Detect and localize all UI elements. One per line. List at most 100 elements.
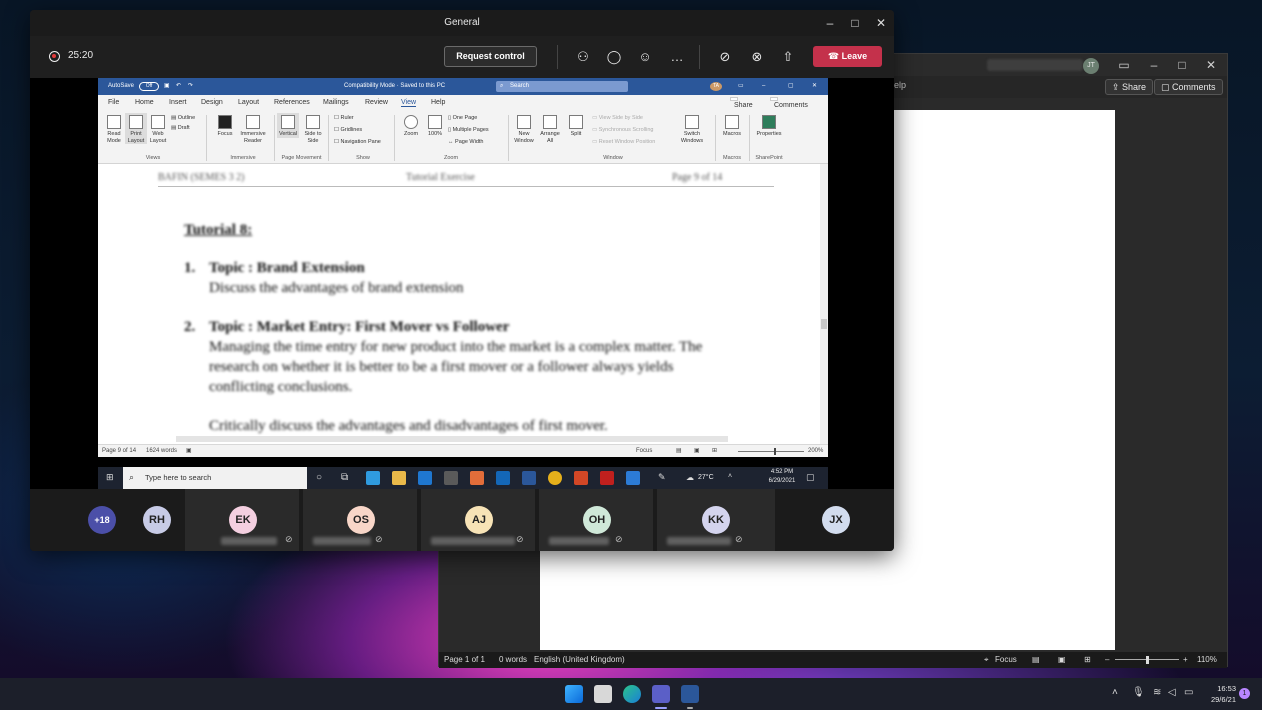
side-to-side-button[interactable]: Side to Side bbox=[301, 115, 325, 144]
comments-button[interactable]: Comments bbox=[770, 97, 808, 109]
edge-icon[interactable] bbox=[366, 471, 380, 485]
weather-temp[interactable]: 27°C bbox=[698, 474, 714, 481]
share-button[interactable]: Share bbox=[730, 97, 753, 109]
maximize-button[interactable]: □ bbox=[1173, 57, 1191, 73]
proofing-icon[interactable]: ▣ bbox=[186, 445, 192, 457]
cortana-icon[interactable]: ○ bbox=[316, 472, 322, 483]
tray-chevron-icon[interactable]: ˄ bbox=[728, 473, 732, 480]
zoom-in-icon[interactable]: + bbox=[1183, 652, 1188, 668]
word-count[interactable]: 1624 words bbox=[146, 445, 177, 457]
store-icon[interactable] bbox=[444, 471, 458, 485]
chrome-icon[interactable] bbox=[548, 471, 562, 485]
one-page-button[interactable]: ▯ One Page bbox=[448, 115, 477, 122]
synchronous-scrolling-button[interactable]: ▭ Synchronous Scrolling bbox=[592, 127, 653, 134]
user-avatar[interactable]: TA bbox=[710, 82, 722, 91]
horizontal-scrollbar[interactable] bbox=[176, 436, 728, 442]
tab-view[interactable]: View bbox=[401, 99, 417, 107]
request-control-button[interactable]: Request control bbox=[444, 46, 537, 67]
ribbon-display-icon[interactable]: ▭ bbox=[1115, 57, 1133, 73]
task-view-icon[interactable] bbox=[594, 685, 612, 703]
start-icon[interactable] bbox=[565, 685, 583, 703]
participant-tile[interactable]: KK ⊘ bbox=[657, 489, 775, 551]
mic-off-icon[interactable]: ⊗ bbox=[748, 48, 766, 66]
view-side-by-side-button[interactable]: ▭ View Side by Side bbox=[592, 115, 643, 122]
arrange-all-button[interactable]: Arrange All bbox=[538, 115, 562, 144]
ribbon-display-icon[interactable]: ▭ bbox=[738, 78, 744, 95]
save-icon[interactable]: ▣ bbox=[164, 78, 170, 95]
volume-icon[interactable]: ◁ bbox=[1168, 687, 1176, 698]
scrollbar-thumb[interactable] bbox=[821, 319, 827, 329]
task-view-icon[interactable]: ⧉ bbox=[341, 472, 348, 483]
focus-icon[interactable]: ⌖ bbox=[984, 652, 989, 668]
word-count[interactable]: 0 words bbox=[499, 652, 527, 668]
split-button[interactable]: Split bbox=[564, 115, 588, 138]
close-button[interactable]: ✕ bbox=[873, 15, 889, 31]
maximize-button[interactable]: □ bbox=[847, 15, 863, 31]
outline-button[interactable]: ▤ Outline bbox=[171, 115, 195, 122]
help-tab[interactable]: elp bbox=[894, 80, 906, 90]
teams-meeting-window[interactable]: General – □ ✕ 25:20 Request control ⚇ ◯ … bbox=[30, 10, 894, 551]
camera-off-icon[interactable]: ⊘ bbox=[716, 48, 734, 66]
user-avatar[interactable]: JT bbox=[1083, 58, 1099, 74]
outlook-icon[interactable] bbox=[496, 471, 510, 485]
focus-button[interactable]: Focus bbox=[995, 652, 1017, 668]
participants-icon[interactable]: ⚇ bbox=[574, 48, 592, 66]
reactions-icon[interactable]: ☺ bbox=[636, 48, 654, 66]
teams-icon[interactable] bbox=[652, 685, 670, 703]
leave-button[interactable]: ☎ Leave bbox=[813, 46, 882, 67]
file-explorer-icon[interactable] bbox=[392, 471, 406, 485]
zoom-slider-thumb[interactable] bbox=[1146, 656, 1149, 664]
redo-icon[interactable]: ↷ bbox=[188, 78, 193, 95]
overflow-participants[interactable]: +18 bbox=[88, 506, 116, 534]
avatar-rh[interactable]: RH bbox=[143, 506, 171, 534]
vertical-button[interactable]: Vertical bbox=[277, 113, 299, 138]
navigation-pane-checkbox[interactable]: ☐ Navigation Pane bbox=[334, 139, 381, 146]
app-icon[interactable] bbox=[470, 471, 484, 485]
language[interactable]: English (United Kingdom) bbox=[534, 652, 625, 668]
microphone-icon[interactable]: 🎙 bbox=[1132, 687, 1145, 698]
new-window-button[interactable]: New Window bbox=[512, 115, 536, 144]
page-count[interactable]: Page 1 of 1 bbox=[444, 652, 485, 668]
zoom-out-icon[interactable]: – bbox=[1105, 652, 1109, 668]
undo-icon[interactable]: ↶ bbox=[176, 78, 181, 95]
tab-file[interactable]: File bbox=[108, 99, 119, 106]
pen-icon[interactable]: ✎ bbox=[658, 472, 666, 483]
tab-references[interactable]: References bbox=[274, 99, 310, 106]
autosave-toggle[interactable]: Off bbox=[139, 82, 159, 91]
notification-badge[interactable]: 1 bbox=[1239, 688, 1250, 699]
tab-insert[interactable]: Insert bbox=[169, 99, 187, 106]
page-width-button[interactable]: ↔ Page Width bbox=[448, 139, 483, 146]
start-icon[interactable]: ⊞ bbox=[106, 472, 114, 483]
tab-design[interactable]: Design bbox=[201, 99, 223, 106]
focus-button[interactable]: Focus bbox=[636, 445, 652, 457]
tray-chevron-icon[interactable]: ˄ bbox=[1112, 687, 1118, 698]
tab-review[interactable]: Review bbox=[365, 99, 388, 106]
remote-clock-time[interactable]: 4:52 PM bbox=[760, 469, 804, 475]
notification-icon[interactable]: ▢ bbox=[806, 472, 815, 483]
gridlines-checkbox[interactable]: ☐ Gridlines bbox=[334, 127, 362, 134]
more-options-icon[interactable]: … bbox=[668, 48, 686, 66]
search-box-blurred[interactable] bbox=[987, 59, 1083, 71]
remote-document[interactable]: BAFIN (SEMES 3 2) Tutorial Exercise Page… bbox=[98, 164, 820, 444]
word-icon[interactable] bbox=[522, 471, 536, 485]
zoom-level[interactable]: 110% bbox=[1197, 652, 1217, 668]
remote-clock-date[interactable]: 6/29/2021 bbox=[760, 478, 804, 484]
participant-tile[interactable]: AJ ⊘ bbox=[421, 489, 535, 551]
page-count[interactable]: Page 9 of 14 bbox=[102, 445, 136, 457]
close-button[interactable]: ✕ bbox=[1202, 57, 1220, 73]
reset-window-position-button[interactable]: ▭ Reset Window Position bbox=[592, 139, 655, 146]
mail-icon[interactable] bbox=[418, 471, 432, 485]
zoom-level[interactable]: 200% bbox=[808, 445, 823, 457]
immersive-reader-button[interactable]: Immersive Reader bbox=[236, 115, 270, 144]
tab-mailings[interactable]: Mailings bbox=[323, 99, 349, 106]
search-box[interactable]: Search bbox=[496, 81, 628, 92]
tab-home[interactable]: Home bbox=[135, 99, 154, 106]
zoom-slider-thumb[interactable] bbox=[774, 448, 776, 455]
zoom-button[interactable]: Zoom bbox=[400, 115, 422, 138]
powerpoint-icon[interactable] bbox=[574, 471, 588, 485]
print-layout-icon[interactable]: ▣ bbox=[694, 445, 700, 457]
share-screen-icon[interactable]: ⇧ bbox=[779, 48, 797, 66]
switch-windows-button[interactable]: Switch Windows bbox=[674, 115, 710, 144]
draft-button[interactable]: ▤ Draft bbox=[171, 125, 190, 132]
app-icon-2[interactable] bbox=[626, 471, 640, 485]
